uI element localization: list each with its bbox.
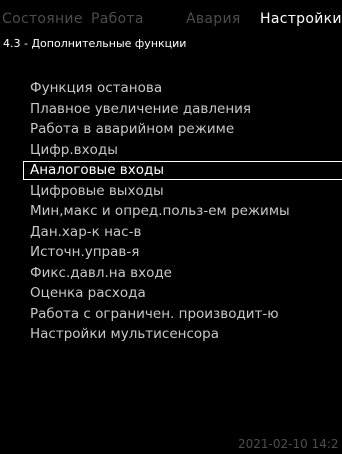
menu-item-control-source[interactable]: Источн.управ-я (0, 242, 342, 263)
status-timestamp: 2021-02-10 14:2 (238, 437, 339, 451)
tab-status[interactable]: Состояние (2, 8, 83, 30)
menu-item-min-max-user-modes[interactable]: Мин,макс и опред.польз-ем режимы (0, 201, 342, 222)
tab-operation[interactable]: Работа (91, 8, 144, 30)
menu-item-multisensor-settings[interactable]: Настройки мультисенсора (0, 324, 342, 345)
menu-item-emergency-run[interactable]: Работа в аварийном режиме (0, 119, 342, 140)
tab-bar: Состояние Работа Авария Настройки (0, 8, 342, 30)
menu-item-pressure-ramp[interactable]: Плавное увеличение давления (0, 99, 342, 120)
tab-settings[interactable]: Настройки (260, 8, 342, 30)
menu-item-pump-data[interactable]: Дан.хар-к нас-в (0, 222, 342, 243)
menu-item-fixed-inlet-pressure[interactable]: Фикс.давл.на входе (0, 263, 342, 284)
breadcrumb: 4.3 - Дополнительные функции (3, 37, 187, 50)
menu-item-analog-inputs[interactable]: Аналоговые входы (0, 160, 342, 181)
menu-item-digital-outputs[interactable]: Цифровые выходы (0, 181, 342, 202)
tab-alarm[interactable]: Авария (186, 8, 241, 30)
menu-item-flow-estimation[interactable]: Оценка расхода (0, 283, 342, 304)
settings-menu: Функция останова Плавное увеличение давл… (0, 78, 342, 345)
menu-item-stop-function[interactable]: Функция останова (0, 78, 342, 99)
menu-item-reduced-operation[interactable]: Работа с ограничен. производит-ю (0, 304, 342, 325)
menu-item-digital-inputs[interactable]: Цифр.входы (0, 140, 342, 161)
